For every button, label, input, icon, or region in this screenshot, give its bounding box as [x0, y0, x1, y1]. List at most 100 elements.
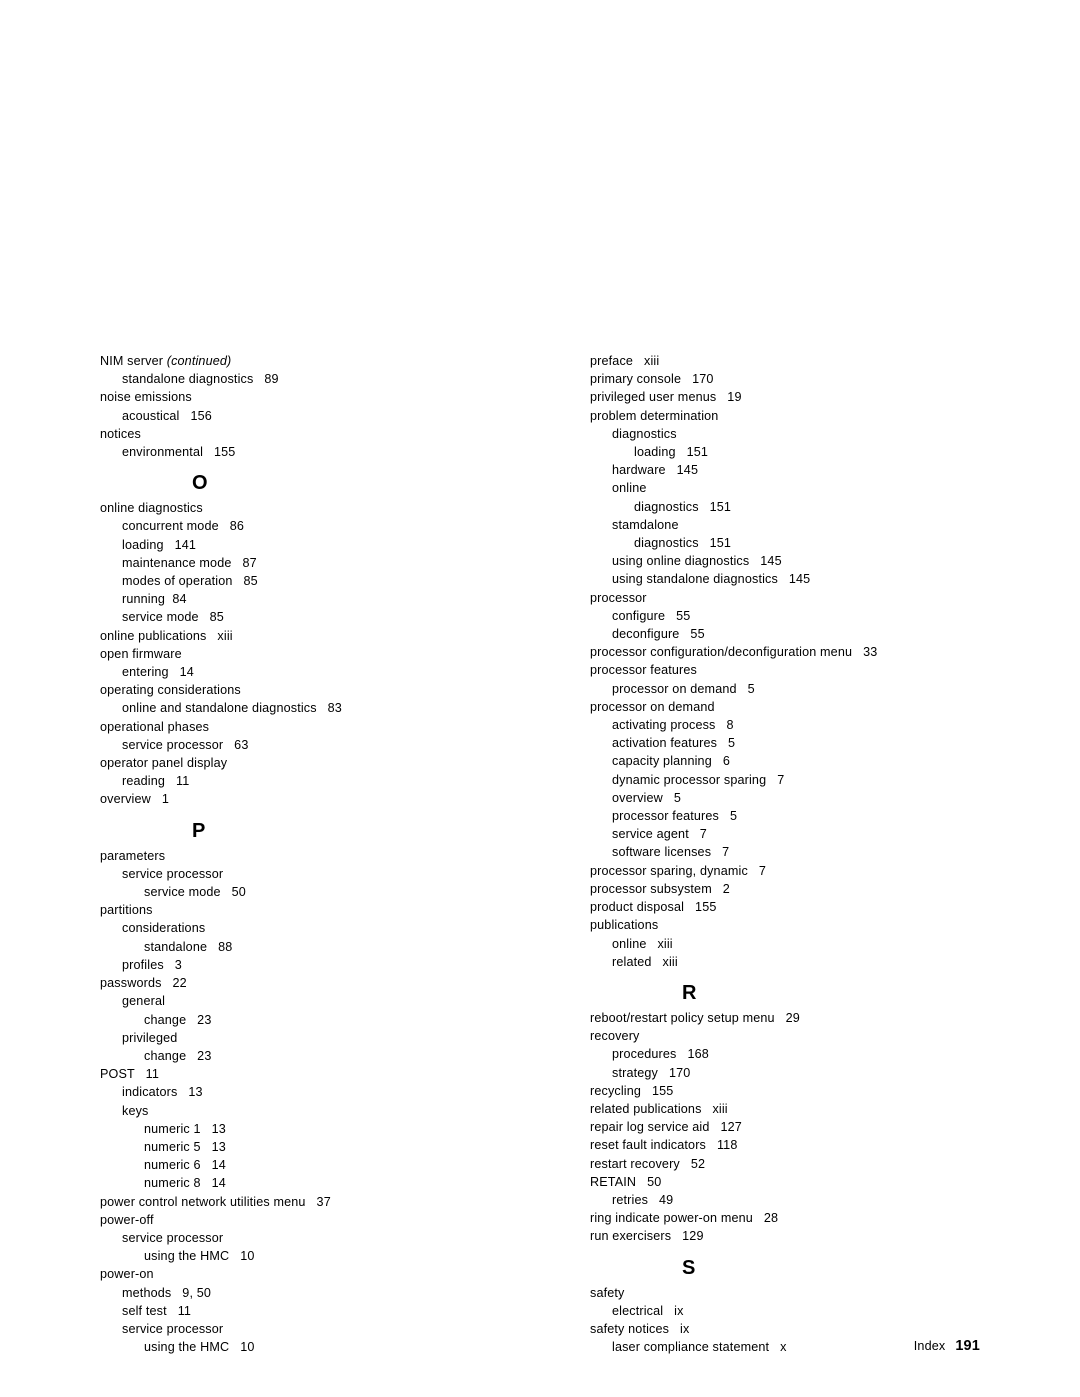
index-entry: general [122, 994, 166, 1009]
index-entry: overview 5 [612, 790, 681, 805]
index-entry: indicators 13 [122, 1085, 203, 1100]
index-entry: problem determination [590, 408, 719, 423]
index-entry: restart recovery 52 [590, 1156, 706, 1171]
index-entry: power-on [100, 1267, 154, 1282]
index-entry: loading 141 [122, 537, 197, 552]
index-entry: environmental 155 [122, 445, 236, 460]
index-entry: numeric 8 14 [144, 1176, 226, 1191]
index-entry: electrical ix [612, 1303, 684, 1318]
index-columns: NIM server (continued) standalone diagnos… [100, 352, 980, 1356]
index-entry: service processor 63 [122, 737, 249, 752]
index-entry: change 23 [144, 1012, 212, 1027]
index-entry: operating considerations [100, 683, 241, 698]
index-entry: using the HMC 10 [144, 1249, 255, 1264]
index-entry: processor on demand 5 [612, 681, 755, 696]
index-letter-heading: P [192, 819, 206, 842]
index-entry: safety [590, 1285, 625, 1300]
index-entry: online diagnostics [100, 501, 203, 516]
index-entry: modes of operation 85 [122, 574, 258, 589]
index-entry: running 84 [122, 592, 187, 607]
index-entry-continued: (continued) [166, 354, 232, 368]
index-entry: software licenses 7 [612, 845, 730, 860]
index-entry: processor features 5 [612, 809, 738, 824]
index-entry: service processor [122, 866, 224, 881]
index-entry: capacity planning 6 [612, 754, 730, 769]
index-entry: reboot/restart policy setup menu 29 [590, 1010, 800, 1025]
index-entry: service mode 85 [122, 610, 224, 625]
index-entry: service mode 50 [144, 885, 246, 900]
index-entry: keys [122, 1103, 149, 1118]
index-entry: stamdalone [612, 517, 679, 532]
index-entry: repair log service aid 127 [590, 1120, 742, 1135]
index-entry: procedures 168 [612, 1047, 709, 1062]
index-entry: using standalone diagnostics 145 [612, 572, 811, 587]
index-entry: service agent 7 [612, 827, 707, 842]
index-entry: methods 9, 50 [122, 1285, 212, 1300]
index-entry: online [612, 481, 647, 496]
index-entry: service processor [122, 1230, 224, 1245]
index-entry: primary console 170 [590, 372, 714, 387]
index-entry: considerations [122, 921, 206, 936]
index-entry: service processor [122, 1321, 224, 1336]
index-column-right: preface xiii primary console 170 privilege… [590, 352, 980, 1356]
index-entry: maintenance mode 87 [122, 555, 257, 570]
index-entry: parameters [100, 848, 166, 863]
index-entry: entering 14 [122, 665, 194, 680]
index-entry: processor subsystem 2 [590, 881, 730, 896]
index-entry: concurrent mode 86 [122, 519, 245, 534]
page-footer: Index 191 [0, 1338, 980, 1354]
index-entry: notices [100, 426, 141, 441]
index-entry: standalone 88 [144, 939, 233, 954]
index-entry: retries 49 [612, 1192, 674, 1207]
index-entry: acoustical 156 [122, 408, 212, 423]
index-entry: run exercisers 129 [590, 1229, 704, 1244]
index-entry: diagnostics [612, 426, 677, 441]
index-entry: partitions [100, 903, 153, 918]
index-entry: recovery [590, 1029, 640, 1044]
index-entry: processor on demand [590, 699, 715, 714]
index-entry: numeric 5 13 [144, 1139, 226, 1154]
index-entry: standalone diagnostics 89 [122, 372, 279, 387]
index-letter-heading: R [682, 981, 697, 1004]
index-entry: power-off [100, 1212, 154, 1227]
index-entry: change 23 [144, 1048, 212, 1063]
index-entry: preface xiii [590, 354, 660, 368]
index-entry: ring indicate power-on menu 28 [590, 1211, 779, 1226]
index-entry: safety notices ix [590, 1321, 690, 1336]
index-entry: deconfigure 55 [612, 627, 705, 642]
index-entry: NIM server (continued) [100, 354, 232, 368]
index-entry: POST 11 [100, 1067, 159, 1082]
index-entry: product disposal 155 [590, 900, 717, 915]
index-entry: privileged [122, 1030, 178, 1045]
index-entry: loading 151 [634, 445, 709, 460]
index-letter-heading: O [192, 472, 208, 495]
index-entry: using online diagnostics 145 [612, 554, 782, 569]
index-entry: operational phases [100, 719, 210, 734]
index-entry: activation features 5 [612, 736, 736, 751]
index-entry: related publications xiii [590, 1101, 728, 1116]
index-entry: configure 55 [612, 608, 691, 623]
index-entry: processor configuration/deconfiguration … [590, 645, 878, 660]
index-entry: operator panel display [100, 756, 228, 771]
index-page: NIM server (continued) standalone diagnos… [0, 0, 1080, 1397]
index-entry: passwords 22 [100, 976, 187, 991]
index-entry: processor [590, 590, 647, 605]
index-entry: profiles 3 [122, 957, 182, 972]
index-entry: power control network utilities menu 37 [100, 1194, 331, 1209]
index-entry: open firmware [100, 646, 182, 661]
index-entry: diagnostics 151 [634, 499, 732, 514]
index-entry: hardware 145 [612, 463, 699, 478]
index-entry: activating process 8 [612, 718, 734, 733]
index-entry: processor features [590, 663, 697, 678]
index-entry: numeric 6 14 [144, 1158, 226, 1173]
index-entry: processor sparing, dynamic 7 [590, 863, 766, 878]
index-entry: related xiii [612, 954, 678, 969]
index-entry: reading 11 [122, 774, 190, 789]
index-entry: privileged user menus 19 [590, 390, 742, 405]
index-entry: strategy 170 [612, 1065, 691, 1080]
index-entry: publications [590, 918, 659, 933]
index-column-left: NIM server (continued) standalone diagnos… [100, 352, 490, 1356]
index-entry: self test 11 [122, 1303, 192, 1318]
index-entry: reset fault indicators 118 [590, 1138, 738, 1153]
index-entry: dynamic processor sparing 7 [612, 772, 785, 787]
